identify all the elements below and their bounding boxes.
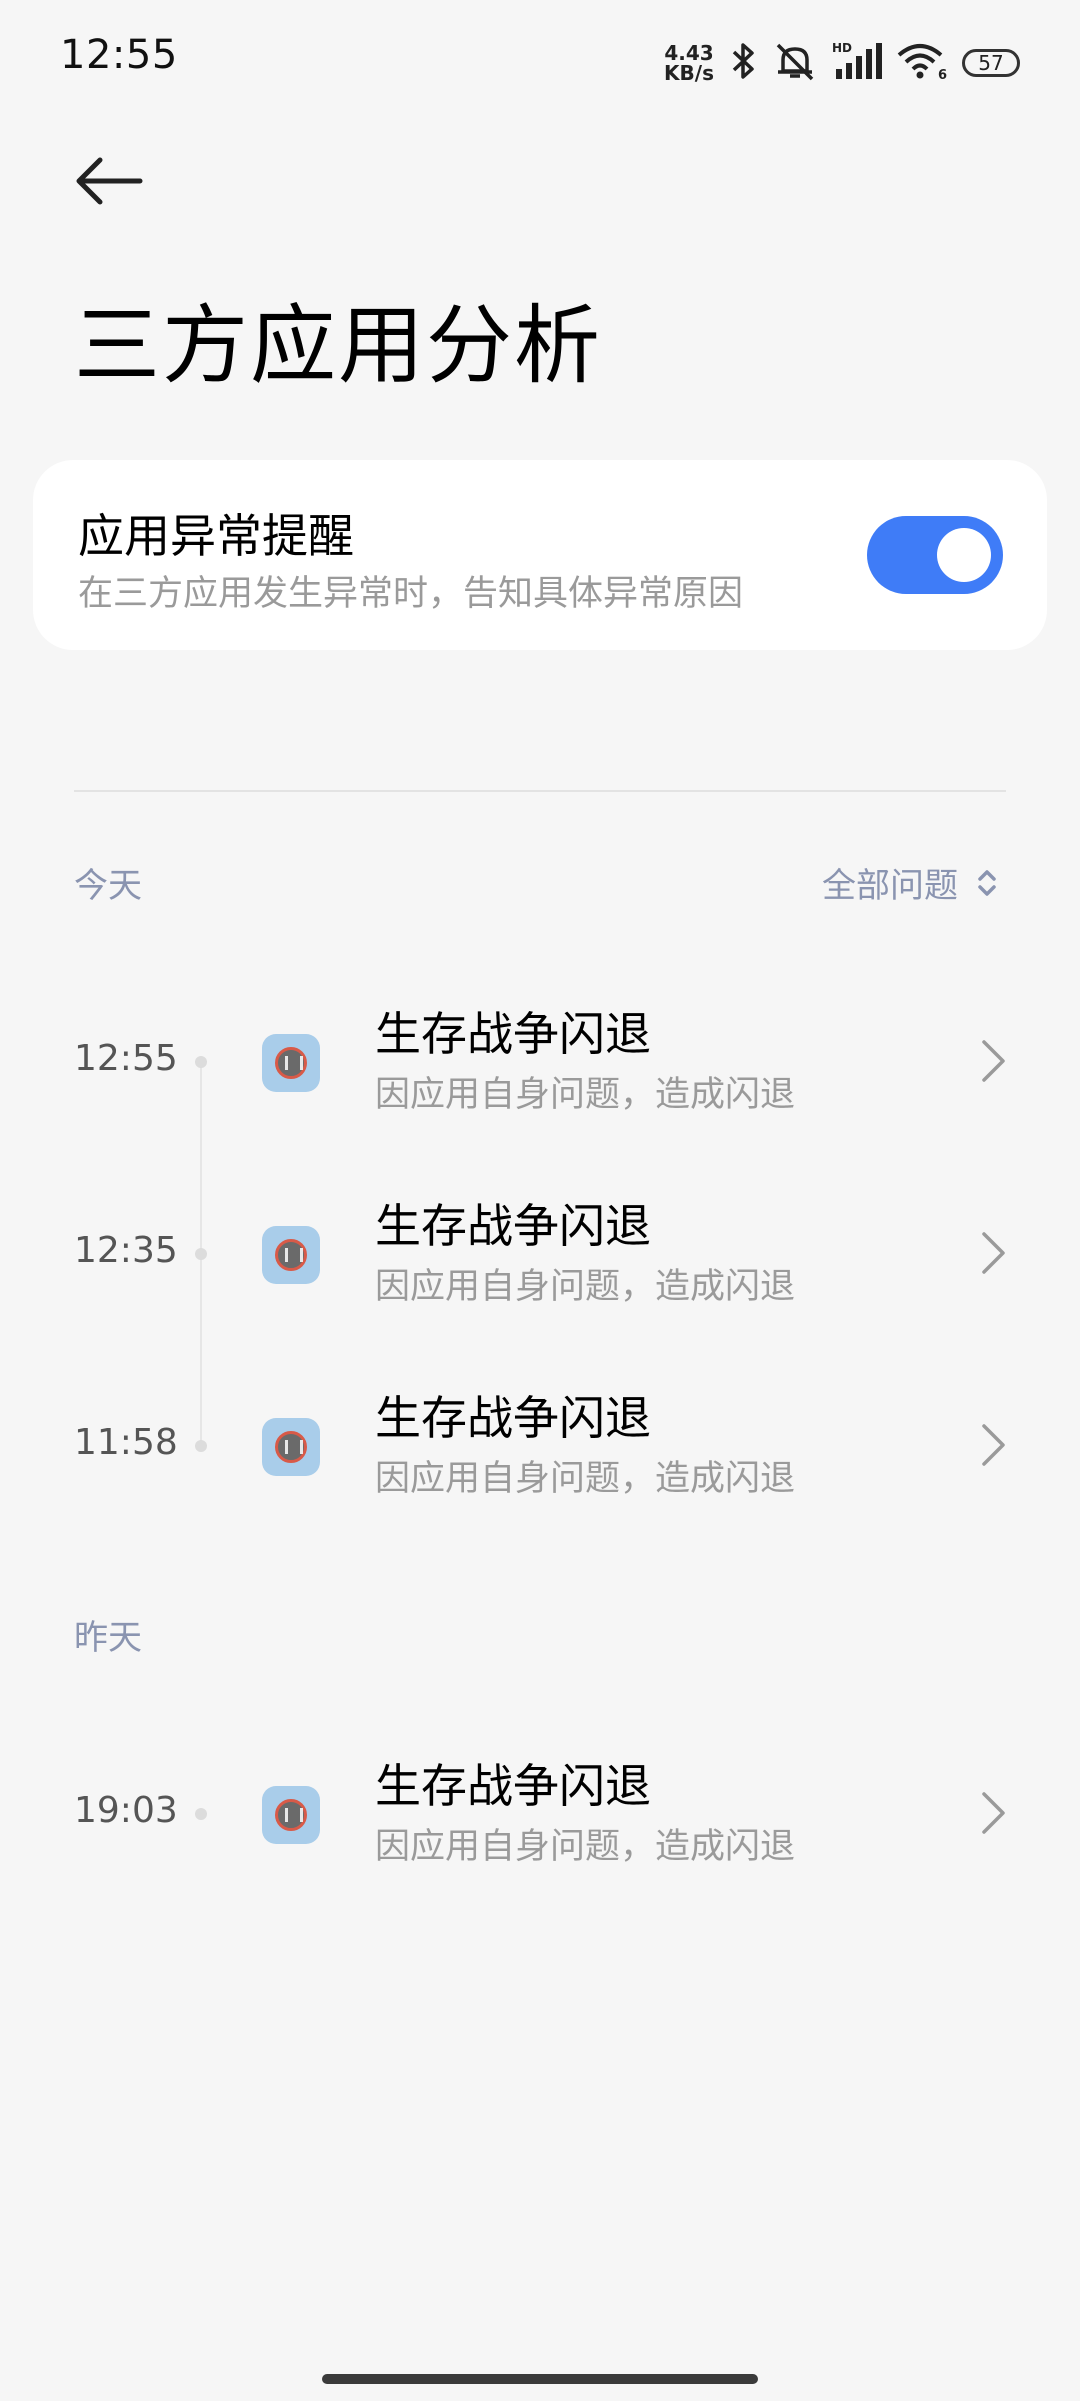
list-item[interactable]: 19:03 生存战争闪退 因应用自身问题，造成闪退 — [0, 1740, 1080, 1890]
card-subtitle: 在三方应用发生异常时，告知具体异常原因 — [78, 574, 744, 614]
chevron-right-icon — [982, 1232, 1005, 1274]
item-title: 生存战争闪退 — [375, 1007, 651, 1061]
mute-bell-icon — [772, 41, 818, 85]
network-speed-value: 4.43 — [664, 41, 714, 65]
filter-dropdown[interactable]: 全部问题 — [822, 858, 998, 907]
battery-icon: 57 — [962, 49, 1020, 77]
item-title: 生存战争闪退 — [375, 1759, 651, 1813]
list-item[interactable]: 12:55 生存战争闪退 因应用自身问题，造成闪退 — [0, 988, 1080, 1138]
toggle-knob — [937, 528, 991, 582]
network-speed-unit: KB/s — [664, 61, 714, 85]
list-item[interactable]: 11:58 生存战争闪退 因应用自身问题，造成闪退 — [0, 1372, 1080, 1522]
item-title: 生存战争闪退 — [375, 1391, 651, 1445]
chevron-right-icon — [982, 1040, 1005, 1082]
app-exception-alert-card: 应用异常提醒 在三方应用发生异常时，告知具体异常原因 — [33, 460, 1047, 650]
status-time: 12:55 — [60, 32, 178, 78]
cell-signal-icon: HD — [832, 41, 882, 85]
wifi-6-label: 6 — [938, 68, 947, 81]
chevron-right-icon — [982, 1424, 1005, 1466]
timeline-dot — [195, 1248, 207, 1260]
app-icon — [262, 1786, 320, 1844]
status-bar: 12:55 4.43 KB/s HD 6 57 — [0, 0, 1080, 120]
wifi-icon: 6 — [896, 41, 948, 85]
chevron-right-icon — [982, 1792, 1005, 1834]
item-subtitle: 因应用自身问题，造成闪退 — [375, 1459, 796, 1499]
app-icon — [262, 1418, 320, 1476]
section-label-yesterday: 昨天 — [74, 1618, 142, 1658]
item-title: 生存战争闪退 — [375, 1199, 651, 1253]
item-time: 12:55 — [74, 1038, 178, 1079]
back-button[interactable] — [70, 148, 150, 218]
sort-updown-icon — [978, 869, 996, 896]
card-title: 应用异常提醒 — [78, 509, 354, 563]
network-speed: 4.43 KB/s — [664, 43, 714, 83]
timeline-dot — [195, 1056, 207, 1068]
status-icons: 4.43 KB/s HD 6 57 — [664, 38, 1020, 88]
item-time: 11:58 — [74, 1422, 178, 1463]
filter-label: 全部问题 — [822, 866, 958, 906]
list-item[interactable]: 12:35 生存战争闪退 因应用自身问题，造成闪退 — [0, 1180, 1080, 1330]
bluetooth-icon — [728, 41, 758, 85]
app-exception-alert-toggle[interactable] — [867, 516, 1003, 594]
item-time: 12:35 — [74, 1230, 178, 1271]
item-subtitle: 因应用自身问题，造成闪退 — [375, 1827, 796, 1867]
item-subtitle: 因应用自身问题，造成闪退 — [375, 1075, 796, 1115]
back-arrow-icon — [76, 157, 143, 205]
item-subtitle: 因应用自身问题，造成闪退 — [375, 1267, 796, 1307]
timeline-dot — [195, 1808, 207, 1820]
timeline-dot — [195, 1440, 207, 1452]
signal-hd-label: HD — [832, 41, 852, 55]
item-time: 19:03 — [74, 1790, 178, 1831]
home-indicator[interactable] — [322, 2374, 758, 2384]
section-label-today: 今天 — [74, 866, 142, 906]
app-icon — [262, 1034, 320, 1092]
page-title: 三方应用分析 — [74, 296, 602, 396]
app-icon — [262, 1226, 320, 1284]
divider — [74, 790, 1006, 792]
